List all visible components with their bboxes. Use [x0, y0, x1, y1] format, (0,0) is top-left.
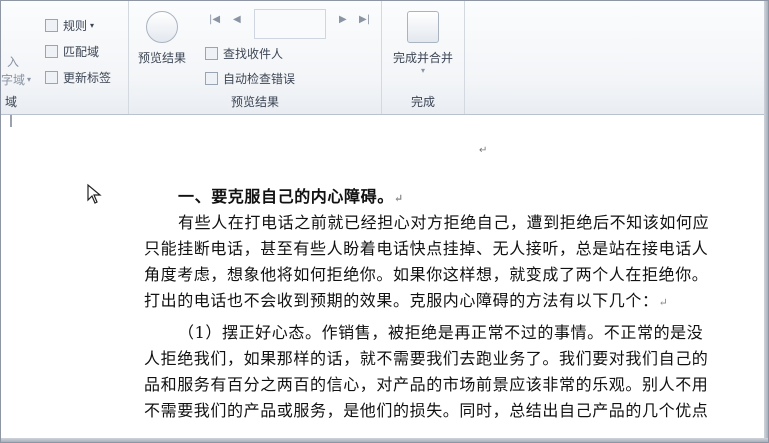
find-recipient-label: 查找收件人: [223, 47, 284, 61]
chevron-down-icon: ▾: [420, 66, 425, 75]
chevron-down-icon: ▾: [27, 75, 32, 84]
preview-results-group-label: 预览结果: [230, 95, 279, 109]
last-record-icon[interactable]: ▶|: [359, 14, 370, 25]
update-labels-label: 更新标签: [63, 71, 112, 85]
chevron-down-icon: ▾: [90, 21, 95, 30]
app-window: 入 字域 ▾ 规则 ▾ 匹配域 更新标签 域 预览结果 |◀ ◀ ▶ ▶| 查找…: [0, 0, 769, 443]
doc-line: 不需要我们的产品或服务，是他们的损失。同时，总结出自己产品的几个优点: [144, 401, 709, 420]
frame-shadow-right: [764, 1, 768, 442]
finish-group-label: 完成: [410, 95, 435, 109]
document-page[interactable]: ↵ 一、要克服自己的内心障碍。↵ 有些人在打电话之前就已经担心对方拒绝自己，遭到…: [1, 115, 764, 442]
finish-merge-label: 完成并合并: [392, 51, 453, 65]
finish-group: 完成并合并 ▾ 完成: [382, 1, 465, 114]
page-margin-marker: [10, 115, 12, 127]
paragraph-mark: ↵: [479, 145, 488, 156]
doc-heading: 一、要克服自己的内心障碍。↵: [178, 187, 404, 206]
partial-field-button[interactable]: 字域 ▾: [1, 71, 31, 88]
doc-line: 角度考虑，想象他将如何拒绝你。如果你这样想，就变成了两个人在拒绝你。: [144, 265, 709, 284]
partial-field-label: 字域: [1, 73, 26, 87]
preview-results-label: 预览结果: [137, 51, 186, 65]
finish-merge-button[interactable]: 完成并合并 ▾: [386, 11, 460, 75]
match-fields-button[interactable]: 匹配域: [45, 43, 99, 60]
write-insert-group-label: 域: [5, 95, 18, 109]
partial-insert-button[interactable]: 入: [7, 53, 19, 70]
update-labels-icon: [45, 71, 58, 84]
rules-button[interactable]: 规则 ▾: [45, 17, 94, 34]
first-record-icon[interactable]: |◀: [209, 14, 220, 25]
partial-insert-label: 入: [7, 55, 20, 69]
frame-shadow-bottom: [1, 438, 768, 442]
next-record-icon[interactable]: ▶: [339, 14, 347, 25]
record-number-input[interactable]: [254, 9, 326, 39]
find-recipient-button[interactable]: 查找收件人: [205, 45, 283, 62]
finish-merge-icon: [407, 11, 439, 43]
find-recipient-icon: [205, 47, 218, 60]
doc-line: 有些人在打电话之前就已经担心对方拒绝自己，遭到拒绝后不知该如何应: [178, 213, 710, 232]
preview-results-group: 预览结果 |◀ ◀ ▶ ▶| 查找收件人 自动检查错误 预览结果: [129, 1, 382, 114]
preview-results-icon: [146, 11, 178, 43]
ribbon: 入 字域 ▾ 规则 ▾ 匹配域 更新标签 域 预览结果 |◀ ◀ ▶ ▶| 查找…: [1, 1, 764, 115]
mouse-pointer-icon: [87, 183, 102, 204]
update-labels-button[interactable]: 更新标签: [45, 69, 111, 86]
match-fields-label: 匹配域: [63, 45, 100, 59]
match-fields-icon: [45, 45, 58, 58]
doc-line: （1）摆正好心态。作销售，被拒绝是再正常不过的事情。不正常的是没: [178, 323, 704, 342]
doc-line: 品和服务有百分之两百的信心，对产品的市场前景应该非常的乐观。别人不用: [144, 375, 709, 394]
auto-check-errors-button[interactable]: 自动检查错误: [205, 70, 295, 87]
doc-line: 只能挂断电话，甚至有些人盼着电话快点挂掉、无人接听，总是站在接电话人: [144, 239, 709, 258]
auto-check-errors-label: 自动检查错误: [223, 72, 296, 86]
doc-line: 打出的电话也不会收到预期的效果。克服内心障碍的方法有以下几个：↵: [144, 291, 669, 310]
doc-line: 人拒绝我们，如果那样的话，就不需要我们去跑业务了。我们要对我们自己的: [144, 349, 709, 368]
auto-check-errors-icon: [205, 72, 218, 85]
previous-record-icon[interactable]: ◀: [233, 14, 241, 25]
preview-results-button[interactable]: 预览结果: [133, 11, 191, 66]
rules-label: 规则: [63, 19, 88, 33]
rules-icon: [45, 19, 58, 32]
write-insert-fields-group: 入 字域 ▾ 规则 ▾ 匹配域 更新标签 域: [1, 1, 129, 114]
